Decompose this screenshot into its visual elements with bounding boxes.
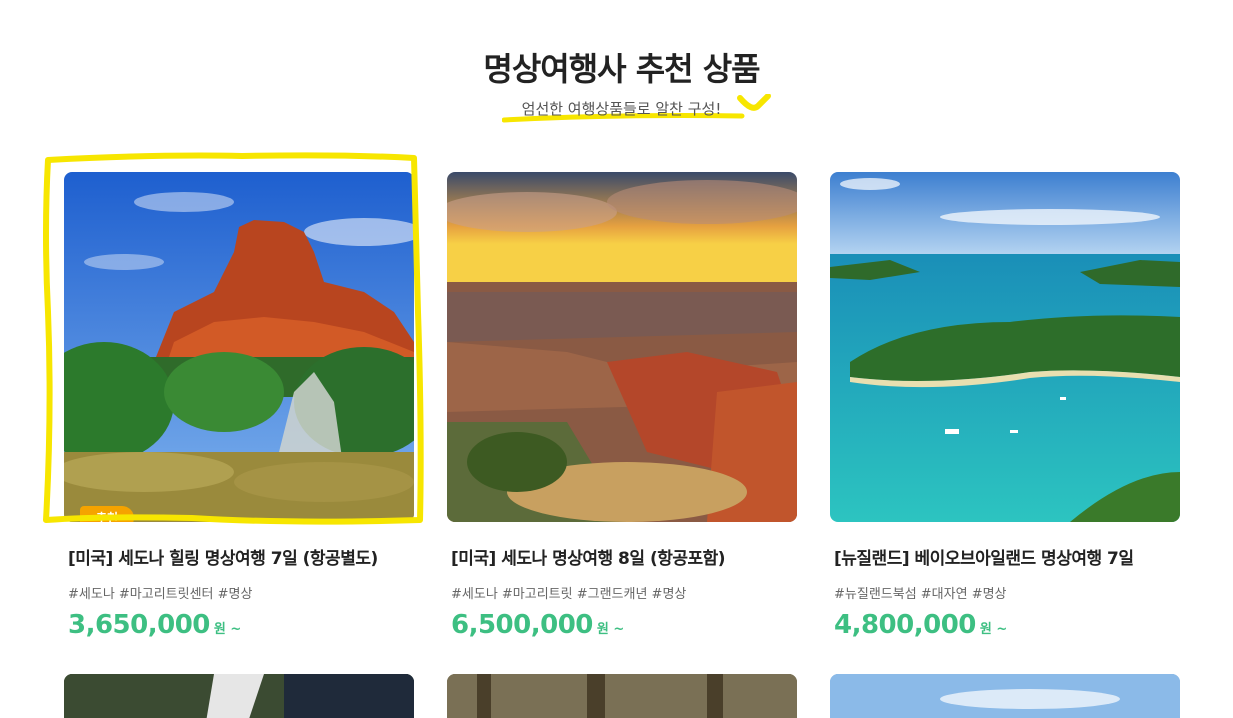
product-image[interactable]: 추천 [64, 172, 414, 522]
product-image[interactable] [447, 674, 797, 718]
price-unit: 원 ~ [979, 622, 1008, 637]
product-card[interactable]: [뉴질랜드] 베이오브아일랜드 명상여행 7일 #뉴질랜드북섬 #대자연 #명상… [830, 172, 1180, 640]
product-price-row: 4,800,000 원 ~ [830, 610, 1180, 640]
section-subtitle: 엄선한 여행상품들로 알찬 구성! [521, 100, 722, 118]
product-image[interactable] [64, 674, 414, 718]
product-card[interactable]: 추천 [미국] 세도나 힐링 명상여행 7일 (항공별도) #세도나 #마고리트… [64, 172, 414, 640]
product-tags: #뉴질랜드북섬 #대자연 #명상 [834, 587, 1007, 602]
recommended-badge: 추천 [80, 506, 135, 522]
product-price-row: 3,650,000 원 ~ [64, 610, 414, 640]
product-tags: #세도나 #마고리트릿 #그랜드캐년 #명상 [451, 587, 687, 602]
product-price-row: 6,500,000 원 ~ [447, 610, 797, 640]
product-title[interactable]: [뉴질랜드] 베이오브아일랜드 명상여행 7일 [830, 544, 1180, 569]
price-unit: 원 ~ [213, 622, 242, 637]
product-card[interactable]: [미국] 세도나 명상여행 8일 (항공포함) #세도나 #마고리트릿 #그랜드… [447, 172, 797, 640]
product-title[interactable]: [미국] 세도나 명상여행 8일 (항공포함) [447, 544, 797, 569]
price-unit: 원 ~ [596, 622, 625, 637]
product-tags: #세도나 #마고리트릿센터 #명상 [68, 587, 253, 602]
product-price: 4,800,000 [834, 610, 976, 640]
section-title: 명상여행사 추천 상품 [483, 50, 760, 88]
product-image[interactable] [830, 172, 1180, 522]
product-title[interactable]: [미국] 세도나 힐링 명상여행 7일 (항공별도) [64, 544, 414, 569]
product-image[interactable] [447, 172, 797, 522]
product-price: 6,500,000 [451, 610, 593, 640]
product-image[interactable] [830, 674, 1180, 718]
product-price: 3,650,000 [68, 610, 210, 640]
